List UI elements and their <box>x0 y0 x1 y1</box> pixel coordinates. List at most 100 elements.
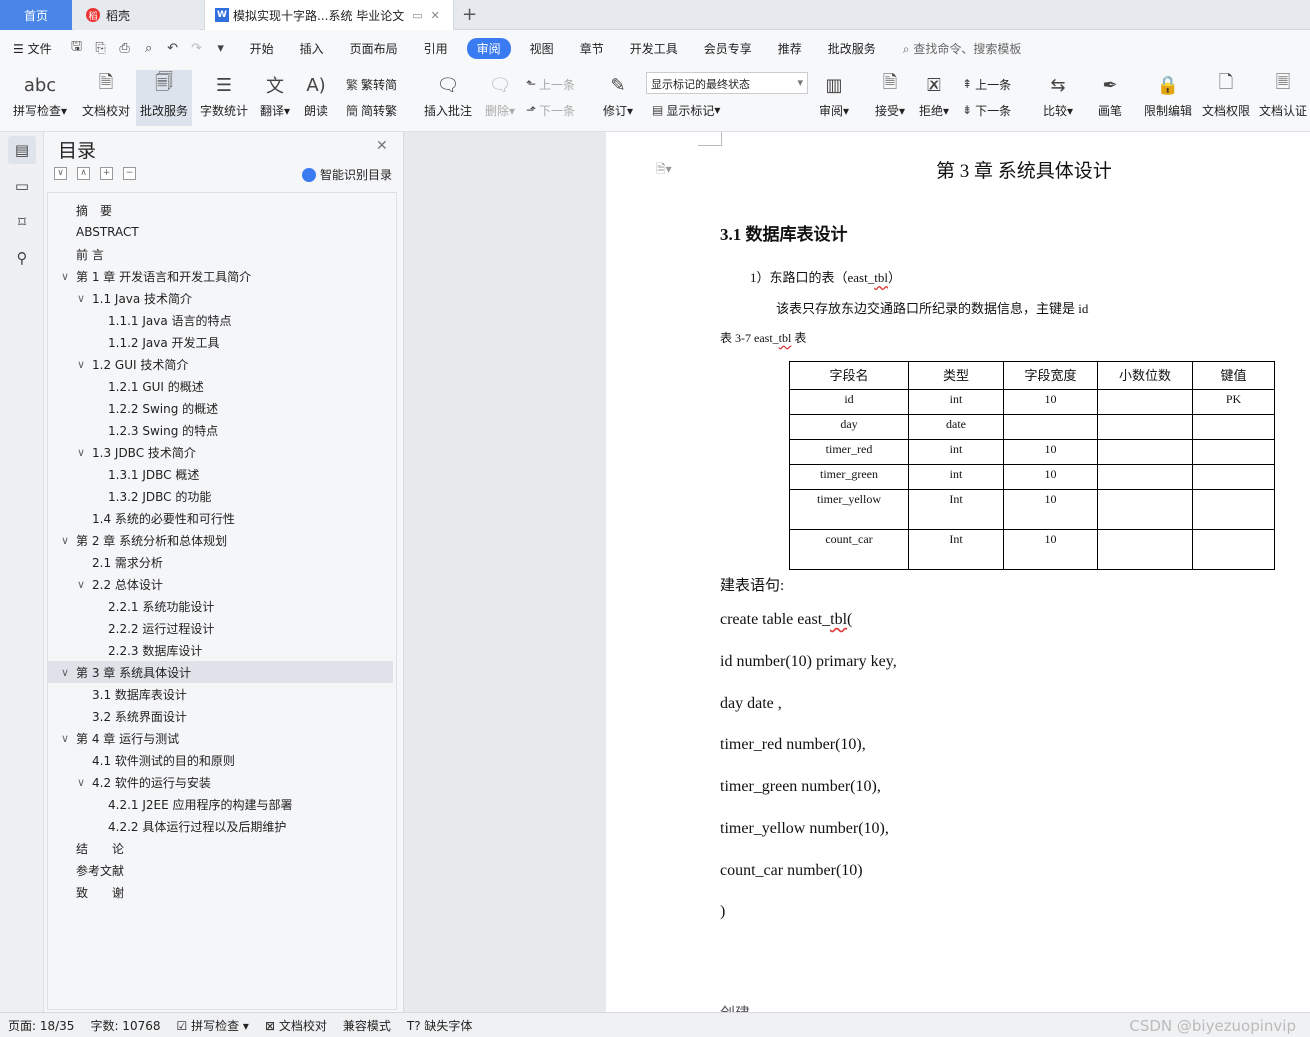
compare-button[interactable]: ⇆ 比较▾ <box>1038 70 1078 126</box>
toc-item[interactable]: 1.3.1 JDBC 概述 <box>48 463 393 485</box>
tab-pin-icon[interactable]: ▭ <box>412 9 422 22</box>
toc-item[interactable]: 1.2.2 Swing 的概述 <box>48 397 393 419</box>
tab-document[interactable]: W 模拟实现十字路...系统 毕业论文 ▭ ✕ <box>204 0 454 30</box>
toc-item[interactable]: 4.2.1 J2EE 应用程序的构建与部署 <box>48 793 393 815</box>
toc-item[interactable]: 2.2.3 数据库设计 <box>48 639 393 661</box>
missing-font[interactable]: T? 缺失字体 <box>399 1017 481 1034</box>
menu-item[interactable]: 推荐 <box>765 40 815 57</box>
toc-item[interactable]: 1.3.2 JDBC 的功能 <box>48 485 393 507</box>
add-heading-icon[interactable]: + <box>100 167 113 180</box>
chevron-down-icon[interactable]: ∨ <box>58 534 72 547</box>
toc-item[interactable]: 2.1 需求分析 <box>48 551 393 573</box>
toc-item[interactable]: 参考文献 <box>48 859 393 881</box>
document-canvas[interactable]: 🗎▾ 第 3 章 系统具体设计 3.1 数据库表设计 1）东路口的表（east_… <box>404 132 1310 1012</box>
translate-button[interactable]: 文翻译▾ <box>256 70 294 126</box>
chapter-nav-icon[interactable]: ▭ <box>8 172 36 200</box>
track-changes-button[interactable]: ✎ 修订▾ <box>598 70 638 126</box>
word-count-button[interactable]: ☰ 字数统计 <box>196 70 252 126</box>
chevron-down-icon[interactable]: ∨ <box>58 666 72 679</box>
toc-item[interactable]: ∨ 1.3 JDBC 技术简介 <box>48 441 393 463</box>
undo-icon[interactable]: ↶ <box>161 41 185 56</box>
menu-item[interactable]: 引用 <box>411 40 461 57</box>
markup-state-select[interactable]: 显示标记的最终状态 <box>646 72 808 94</box>
tab-close-icon[interactable]: ✕ <box>431 9 440 22</box>
simp-to-trad-button[interactable]: 簡简转繁 <box>346 100 397 120</box>
toc-item[interactable]: 1.1.1 Java 语言的特点 <box>48 309 393 331</box>
menu-item[interactable]: 批改服务 <box>815 40 889 57</box>
remove-heading-icon[interactable]: − <box>123 167 136 180</box>
doc-proof-button[interactable]: 🗎 文档校对 <box>78 70 134 126</box>
toc-item[interactable]: ∨ 2.2 总体设计 <box>48 573 393 595</box>
tab-home[interactable]: 首页 <box>0 0 72 30</box>
export-pdf-icon[interactable]: ⎘ <box>89 41 113 56</box>
menu-item[interactable]: 开始 <box>237 40 287 57</box>
new-tab-button[interactable]: + <box>462 4 477 25</box>
tab-docer[interactable]: 稻稻壳 <box>74 0 200 30</box>
next-comment-button[interactable]: ⬏ 下一条 <box>526 100 575 120</box>
redo-icon[interactable]: ↷ <box>185 41 209 56</box>
toc-item[interactable]: ∨ 1.1 Java 技术简介 <box>48 287 393 309</box>
prev-comment-button[interactable]: ⬑ 上一条 <box>526 74 575 94</box>
menu-item[interactable]: 插入 <box>287 40 337 57</box>
insert-comment-button[interactable]: 🗨 插入批注 <box>420 70 476 126</box>
expand-up-icon[interactable]: ∧ <box>77 167 90 180</box>
menu-item[interactable]: 开发工具 <box>617 40 691 57</box>
read-aloud-button[interactable]: A) 朗读 <box>298 70 334 126</box>
menu-item[interactable]: 页面布局 <box>337 40 411 57</box>
review-pane-button[interactable]: ▥ 审阅▾ <box>814 70 854 126</box>
bookmark-icon[interactable]: ⌑ <box>8 208 36 236</box>
chevron-down-icon[interactable]: ∨ <box>74 776 88 789</box>
doc-cert-button[interactable]: 🗏 文档认证 <box>1256 70 1310 126</box>
toc-item[interactable]: 前 言 <box>48 243 393 265</box>
accept-button[interactable]: 🗎 接受▾ <box>870 70 910 126</box>
smart-toc-button[interactable]: 智能识别目录 <box>302 166 392 183</box>
toc-item[interactable]: ∨ 第 4 章 运行与测试 <box>48 727 393 749</box>
collapse-all-icon[interactable]: ∨ <box>54 167 67 180</box>
command-search[interactable]: ⌕ 查找命令、搜索模板 <box>903 40 1022 57</box>
chevron-down-icon[interactable]: ∨ <box>58 270 72 283</box>
chevron-down-icon[interactable]: ∨ <box>74 292 88 305</box>
show-markup-button[interactable]: ▤ 显示标记 ▾ <box>652 100 720 120</box>
toc-panel-icon[interactable]: ▤ <box>8 136 36 164</box>
chevron-down-icon[interactable]: ∨ <box>74 578 88 591</box>
search-icon[interactable]: ⚲ <box>8 244 36 272</box>
next-change-button[interactable]: ⇟ 下一条 <box>962 100 1011 120</box>
toc-item[interactable]: 致 谢 <box>48 881 393 903</box>
chevron-down-icon[interactable]: ∨ <box>74 358 88 371</box>
menu-item[interactable]: 章节 <box>567 40 617 57</box>
trad-to-simp-button[interactable]: 繁繁转简 <box>346 74 397 94</box>
print-preview-icon[interactable]: ⌕ <box>137 41 161 56</box>
toc-item[interactable]: 3.2 系统界面设计 <box>48 705 393 727</box>
toc-item[interactable]: 4.1 软件测试的目的和原则 <box>48 749 393 771</box>
compat-mode[interactable]: 兼容模式 <box>335 1017 399 1034</box>
menu-item[interactable]: 会员专享 <box>691 40 765 57</box>
quick-access-more-icon[interactable]: ▾ <box>209 41 233 56</box>
toc-item[interactable]: 1.2.3 Swing 的特点 <box>48 419 393 441</box>
chevron-down-icon[interactable]: ∨ <box>74 446 88 459</box>
toc-item[interactable]: 4.2.2 具体运行过程以及后期维护 <box>48 815 393 837</box>
prev-change-button[interactable]: ⇞ 上一条 <box>962 74 1011 94</box>
pen-button[interactable]: ✒ 画笔 <box>1090 70 1130 126</box>
print-icon[interactable]: ⎙ <box>113 41 137 56</box>
toc-item[interactable]: 结 论 <box>48 837 393 859</box>
page-indicator[interactable]: 页面: 18/35 <box>0 1017 82 1034</box>
word-count-indicator[interactable]: 字数: 10768 <box>82 1017 168 1034</box>
menu-item[interactable]: 视图 <box>517 40 567 57</box>
delete-comment-button[interactable]: 🗨 删除▾ <box>480 70 520 126</box>
toc-item[interactable]: ∨ 第 1 章 开发语言和开发工具简介 <box>48 265 393 287</box>
reject-button[interactable]: 🗷 拒绝▾ <box>914 70 954 126</box>
toc-item[interactable]: 3.1 数据库表设计 <box>48 683 393 705</box>
close-icon[interactable]: ✕ <box>376 138 388 154</box>
toc-item[interactable]: 2.2.1 系统功能设计 <box>48 595 393 617</box>
toc-item[interactable]: 2.2.2 运行过程设计 <box>48 617 393 639</box>
toc-item[interactable]: 1.4 系统的必要性和可行性 <box>48 507 393 529</box>
toc-item[interactable]: 1.1.2 Java 开发工具 <box>48 331 393 353</box>
status-doc-proof[interactable]: ⊠ 文档校对 <box>257 1017 335 1034</box>
status-spellcheck[interactable]: ☑ 拼写检查 ▾ <box>169 1017 257 1034</box>
doc-permission-button[interactable]: 🗋 文档权限 <box>1198 70 1254 126</box>
save-icon[interactable]: 🖫 <box>65 37 89 59</box>
toc-item[interactable]: ∨ 第 3 章 系统具体设计 <box>48 661 393 683</box>
spellcheck-button[interactable]: abc 拼写检查▾ <box>8 70 72 126</box>
paragraph-layout-icon[interactable]: 🗎▾ <box>656 160 672 181</box>
menu-file[interactable]: ☰ 文件 <box>0 40 65 57</box>
